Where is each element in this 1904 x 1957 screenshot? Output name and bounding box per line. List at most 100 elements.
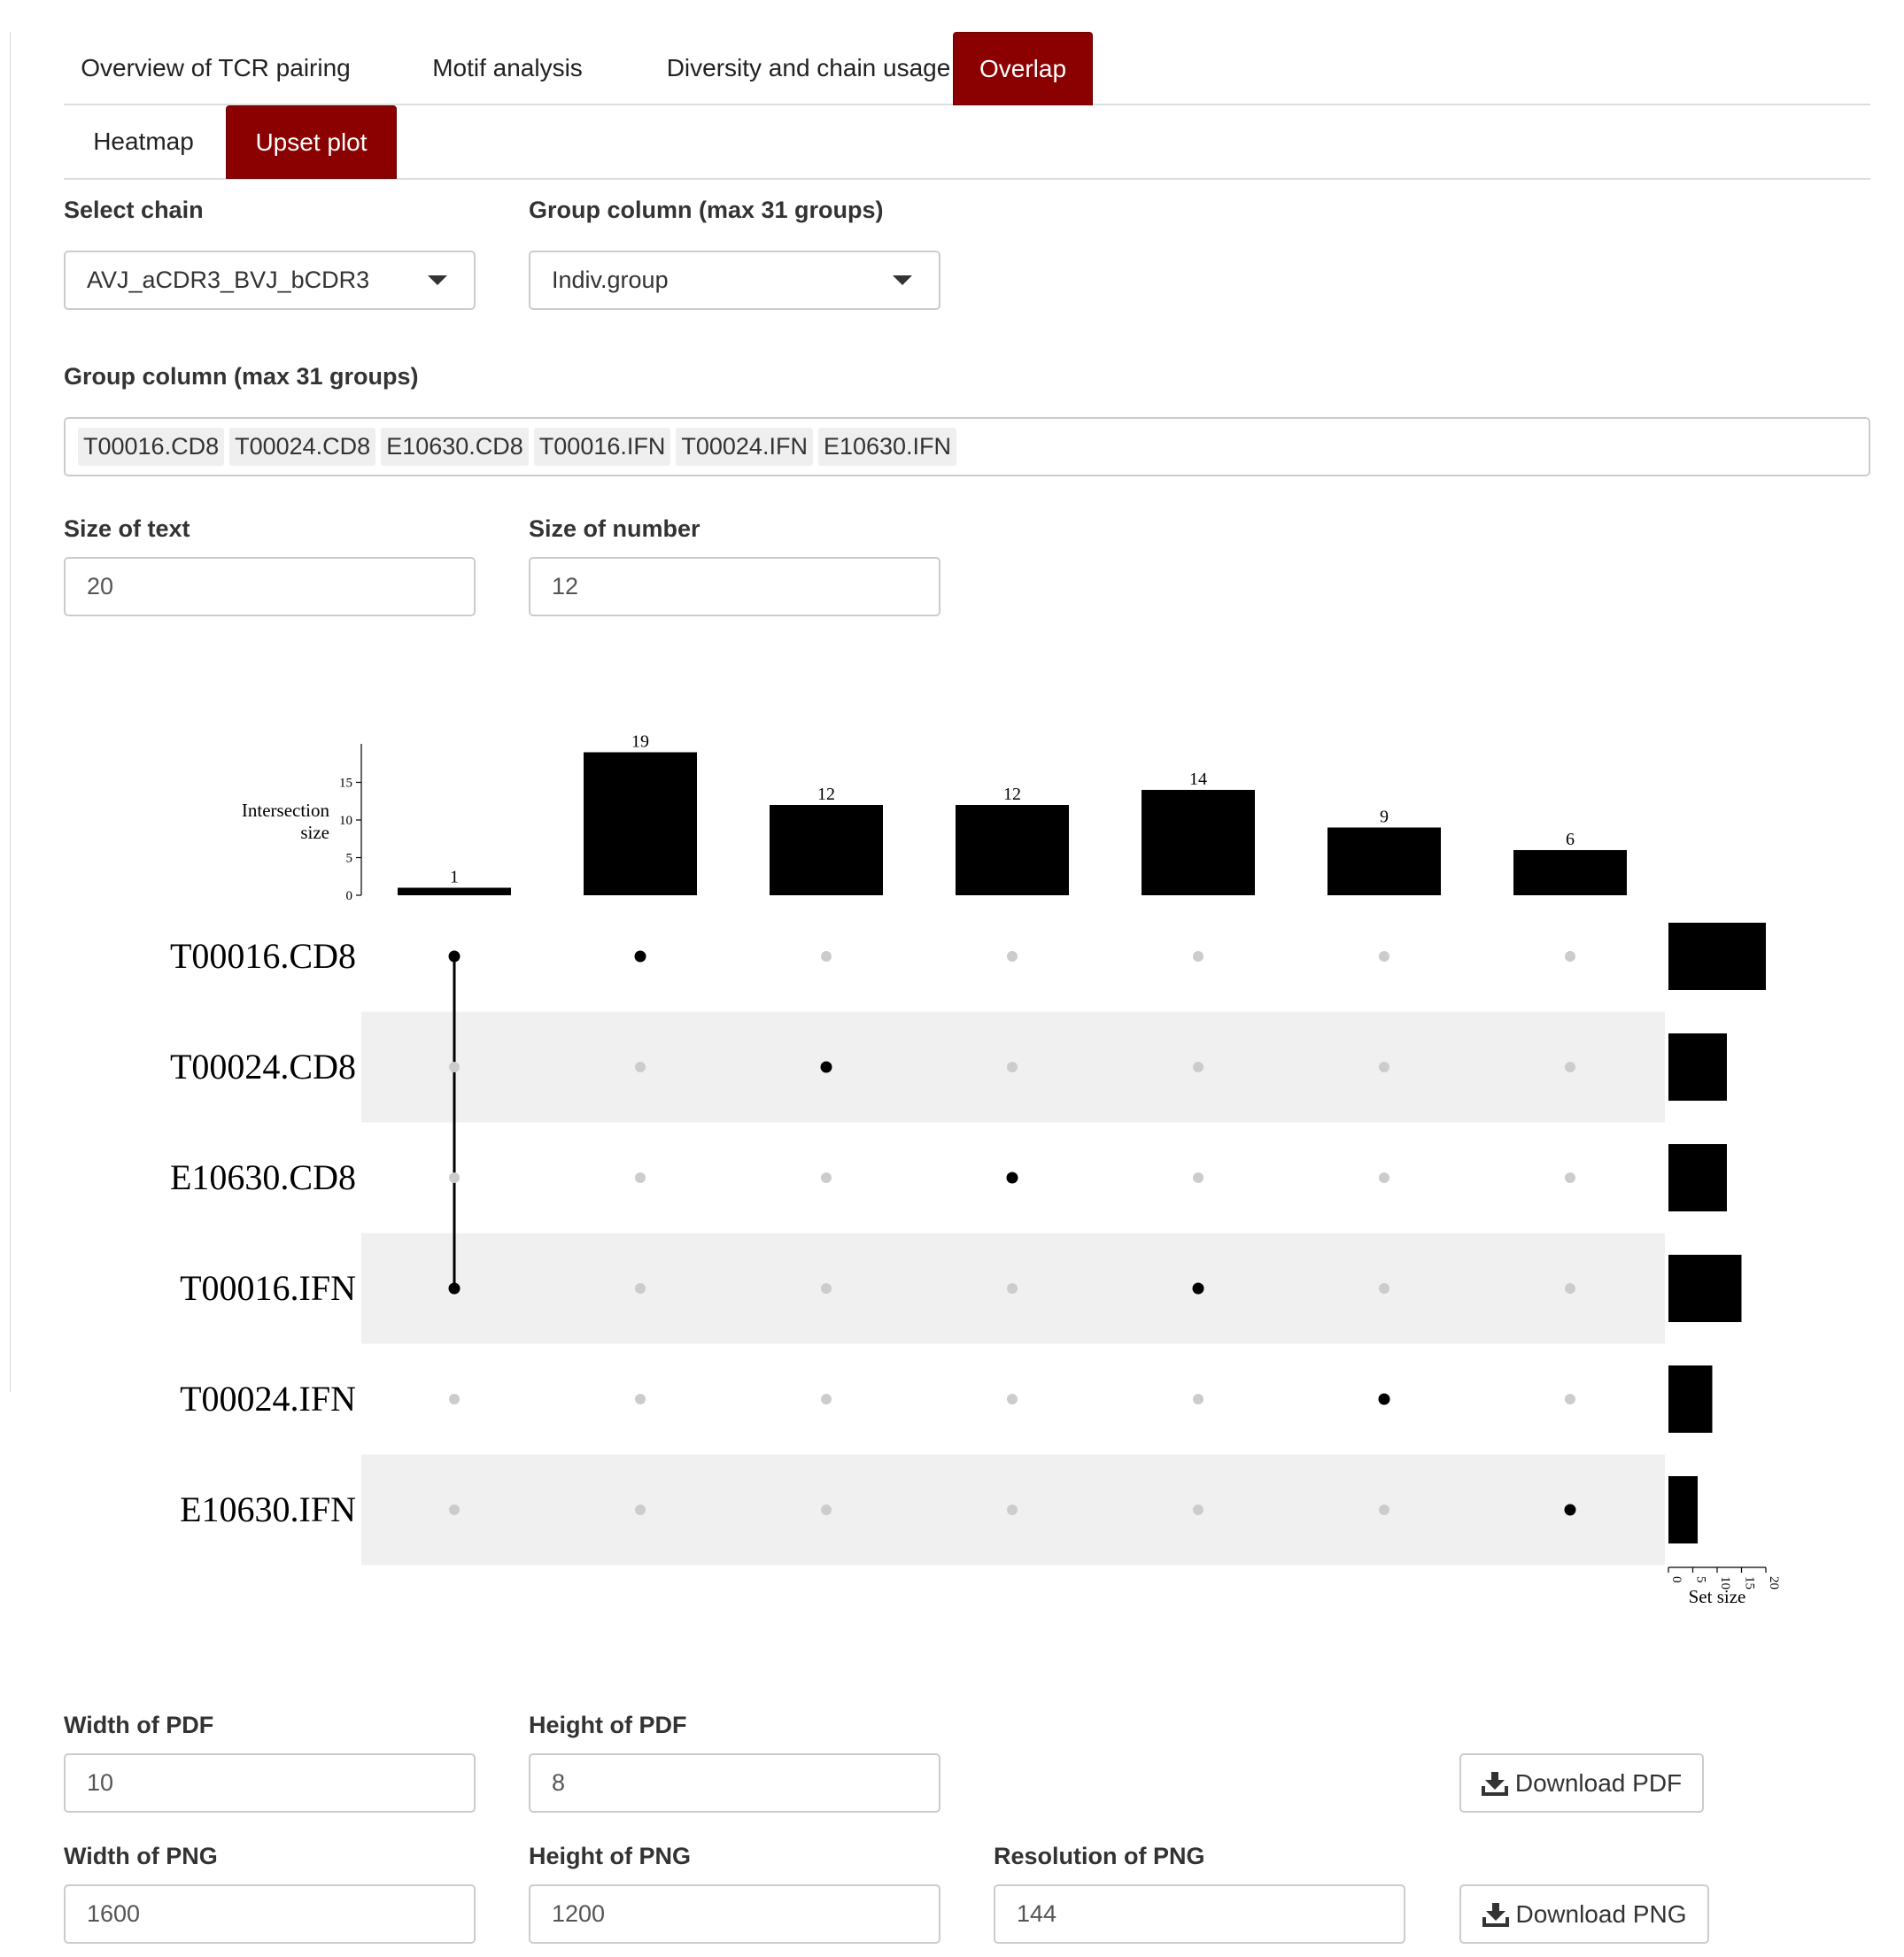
sub-tabs: Heatmap Upset plot [64,105,1870,180]
matrix-dot-inactive [821,1283,832,1294]
matrix-dot-inactive [1007,1062,1018,1072]
matrix-dot-inactive [449,1172,460,1183]
tab-heatmap[interactable]: Heatmap [64,105,223,177]
matrix-dot-inactive [1379,1283,1389,1294]
matrix-dot-inactive [1565,1394,1575,1404]
set-label: E10630.CD8 [170,1157,356,1197]
size-of-number-input[interactable] [529,557,940,616]
group-column-dropdown[interactable]: Indiv.group [529,251,940,310]
intersection-bar-label: 1 [450,868,459,887]
set-label: T00016.IFN [180,1268,356,1308]
intersection-bar [584,752,697,895]
set-size-axis-tick-label: 5 [1694,1576,1708,1583]
intersection-bar [1142,790,1255,895]
intersection-bar-label: 12 [1003,785,1021,804]
intersection-bar [1513,850,1627,895]
group-chip[interactable]: T00016.CD8 [78,428,225,466]
width-of-png-input[interactable] [64,1884,476,1944]
matrix-dot-inactive [635,1504,646,1515]
group-column-multi-label: Group column (max 31 groups) [64,363,419,390]
set-size-axis-tick-label: 0 [1669,1576,1683,1583]
matrix-dot-inactive [1007,1283,1018,1294]
tab-overlap[interactable]: Overlap [953,32,1093,105]
intersection-axis-title: size [300,822,329,843]
matrix-dot-inactive [1193,951,1204,962]
select-chain-dropdown[interactable]: AVJ_aCDR3_BVJ_bCDR3 [64,251,476,310]
matrix-dot-active [1564,1504,1576,1516]
tab-diversity-and-chain-usage[interactable]: Diversity and chain usage [638,32,979,104]
tab-motif-analysis[interactable]: Motif analysis [407,32,608,104]
matrix-dot-active [1378,1393,1390,1405]
matrix-dot-active [448,950,461,963]
group-chip[interactable]: E10630.IFN [817,428,957,466]
intersection-axis-tick-label: 5 [346,852,353,866]
matrix-dot-inactive [635,1172,646,1183]
download-pdf-label: Download PDF [1514,1768,1683,1797]
resolution-of-png-input[interactable] [994,1884,1405,1944]
matrix-dot-inactive [1379,1504,1389,1515]
size-of-number-label: Size of number [529,515,700,542]
matrix-dot-active [1192,1282,1204,1295]
group-chip[interactable]: T00024.IFN [676,428,813,466]
intersection-bar-label: 14 [1189,770,1207,789]
width-of-png-label: Width of PNG [64,1843,218,1869]
download-icon [1482,1902,1509,1927]
matrix-dot-inactive [635,1394,646,1404]
matrix-dot-active [820,1061,832,1073]
matrix-dot-active [634,950,646,963]
chevron-down-icon [893,275,912,285]
resolution-of-png-label: Resolution of PNG [994,1843,1205,1869]
matrix-dot-inactive [1193,1062,1204,1072]
matrix-dot-inactive [1193,1394,1204,1404]
matrix-dot-active [448,1282,461,1295]
chevron-down-icon [428,275,447,285]
height-of-png-input[interactable] [529,1884,940,1944]
download-png-button[interactable]: Download PNG [1459,1884,1709,1944]
intersection-axis-tick-label: 0 [346,889,353,903]
matrix-dot-inactive [1193,1504,1204,1515]
intersection-bar [398,887,511,895]
set-size-axis-title: Set size [1689,1586,1746,1607]
matrix-dot-inactive [1565,1283,1575,1294]
download-pdf-button[interactable]: Download PDF [1459,1753,1704,1813]
tab-overview-of-tcr-pairing[interactable]: Overview of TCR pairing [64,32,368,104]
matrix-dot-inactive [1007,1504,1018,1515]
set-label: T00016.CD8 [170,936,356,976]
width-of-pdf-input[interactable] [64,1753,476,1813]
matrix-dot-inactive [1565,1172,1575,1183]
group-chip[interactable]: E10630.CD8 [381,428,529,466]
width-of-pdf-label: Width of PDF [64,1712,214,1738]
intersection-axis-tick-label: 10 [339,814,352,828]
main-tabs: Overview of TCR pairing Motif analysis D… [64,32,1870,105]
set-label: T00024.CD8 [170,1047,356,1087]
group-chip[interactable]: T00016.IFN [533,428,671,466]
intersection-bar-label: 9 [1380,808,1389,827]
matrix-dot-inactive [1193,1172,1204,1183]
set-label: E10630.IFN [180,1489,356,1529]
set-size-bar [1668,1255,1742,1322]
matrix-dot-active [1006,1172,1018,1184]
group-multiselect[interactable]: T00016.CD8 T00024.CD8 E10630.CD8 T00016.… [64,417,1870,476]
group-column-select-label: Group column (max 31 groups) [529,197,884,223]
height-of-pdf-input[interactable] [529,1753,940,1813]
set-size-axis-tick-label: 20 [1767,1576,1781,1590]
size-of-text-input[interactable] [64,557,476,616]
intersection-axis-tick-label: 15 [339,777,352,791]
matrix-dot-inactive [1565,951,1575,962]
matrix-dot-inactive [449,1504,460,1515]
set-size-bar [1668,1365,1713,1433]
set-size-bar [1668,1033,1727,1101]
set-label: T00024.IFN [180,1379,356,1419]
set-size-bar [1668,1144,1727,1211]
matrix-dot-inactive [821,951,832,962]
matrix-dot-inactive [1565,1062,1575,1072]
matrix-dot-inactive [449,1394,460,1404]
group-chip[interactable]: T00024.CD8 [229,428,376,466]
upset-plot: 0 5 10 15 Intersectionsize 1 19 12 12 14 9 6 T00016.… [170,732,1781,1608]
matrix-dot-inactive [635,1062,646,1072]
download-icon [1481,1771,1508,1796]
set-size-bar [1668,923,1766,990]
matrix-dot-inactive [1379,1172,1389,1183]
matrix-dot-inactive [449,1062,460,1072]
tab-upset-plot[interactable]: Upset plot [226,105,397,179]
